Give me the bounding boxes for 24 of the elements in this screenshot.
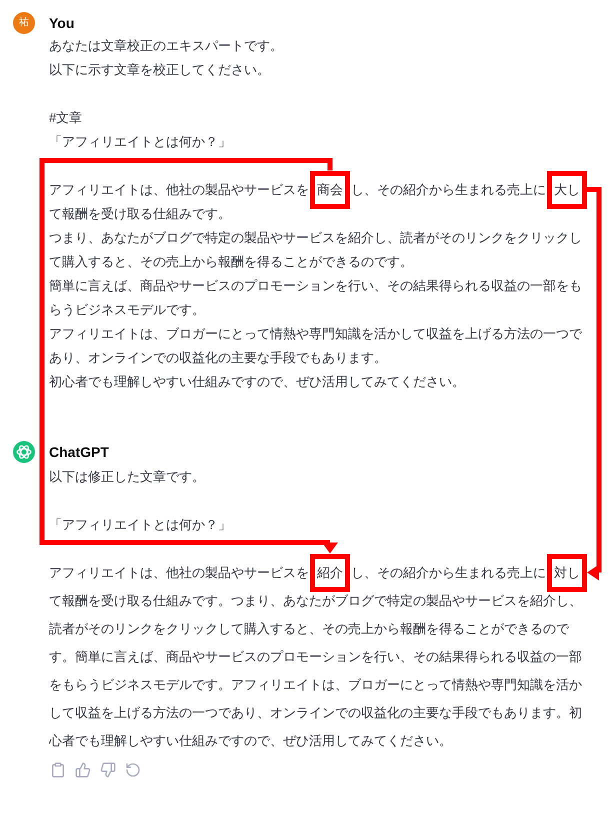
author-name: ChatGPT	[49, 444, 109, 460]
message-text: アフィリエイトは、他社の製品やサービスを 紹介 し、その紹介から生まれる売上に 対し て報酬を受け取る仕組みです。つまり、あなたがブログで特定の製品やサービスを紹介し、読者がそのリンクをクリックして購入すると、その売上から報酬を得ることができるのです。簡単に言えば、商品やサービスのプロモーションを行い、その結果得られる収益の一部をもらうビジネスモデルです。アフィリエイトは、ブロガーにとって情熱や専門知識を活かして収益を上げる方法の一つであり、オンラインでの収益化の主要な手段でもあります。初心者でも理解しやすい仕組みですので、ぜひ活用してみてください。	[49, 564, 583, 750]
message-text: アフィリエイトは、他社の製品やサービスを 商会 し、その紹介から生まれる売上に 大し て報酬を受け取る仕組みです。	[49, 181, 581, 223]
user-avatar: 祐	[13, 12, 35, 34]
message-text: 「アフィリエイトとは何か？」	[49, 133, 232, 151]
thumbs-up-icon	[75, 762, 91, 778]
message-text: 以下は修正した文章です。	[49, 468, 206, 486]
message-text: つまり、あなたがブログで特定の製品やサービスを紹介し、読者がそのリンクをクリックして購入すると、その売上から報酬を得ることができるのです。	[49, 229, 583, 271]
refresh-icon	[125, 762, 141, 778]
message-text: 以下に示す文章を校正してください。	[49, 61, 271, 79]
thumbs-down-icon	[100, 762, 116, 778]
message-text: あなたは文章校正のエキスパートです。	[49, 37, 284, 55]
message-text: アフィリエイトは、ブロガーにとって情熱や専門知識を活かして収益を上げる方法の一つであり、オンラインでの収益化の主要な手段でもあります。	[49, 325, 584, 367]
atom-icon	[13, 441, 35, 463]
thumbs-up-button[interactable]	[75, 762, 91, 778]
regenerate-button[interactable]	[125, 762, 141, 778]
message-text: 「アフィリエイトとは何か？」	[49, 516, 232, 534]
message-text: 簡単に言えば、商品やサービスのプロモーションを行い、その結果得られる収益の一部をもらうビジネスモデルです。	[49, 277, 583, 319]
thumbs-down-button[interactable]	[100, 762, 116, 778]
author-name: You	[49, 15, 74, 31]
copy-button[interactable]	[50, 762, 66, 778]
message-text: #文章	[49, 109, 84, 127]
clipboard-icon	[50, 762, 66, 778]
message-text: 初心者でも理解しやすい仕組みですので、ぜひ活用してみてください。	[49, 373, 466, 391]
